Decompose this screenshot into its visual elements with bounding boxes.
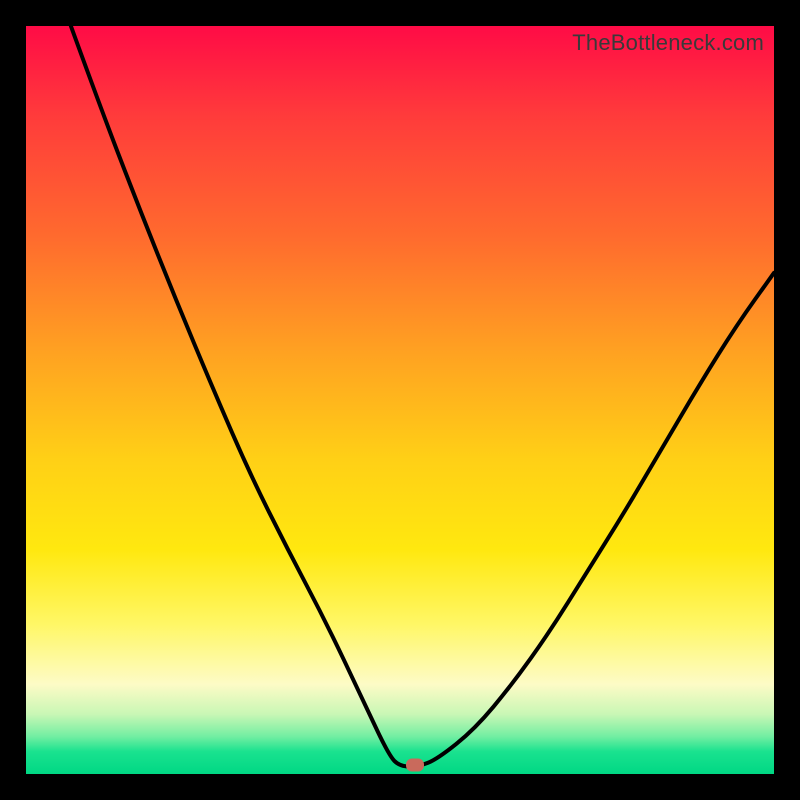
minimum-marker xyxy=(406,759,424,772)
chart-frame: TheBottleneck.com xyxy=(0,0,800,800)
plot-area: TheBottleneck.com xyxy=(26,26,774,774)
bottleneck-curve xyxy=(26,26,774,774)
